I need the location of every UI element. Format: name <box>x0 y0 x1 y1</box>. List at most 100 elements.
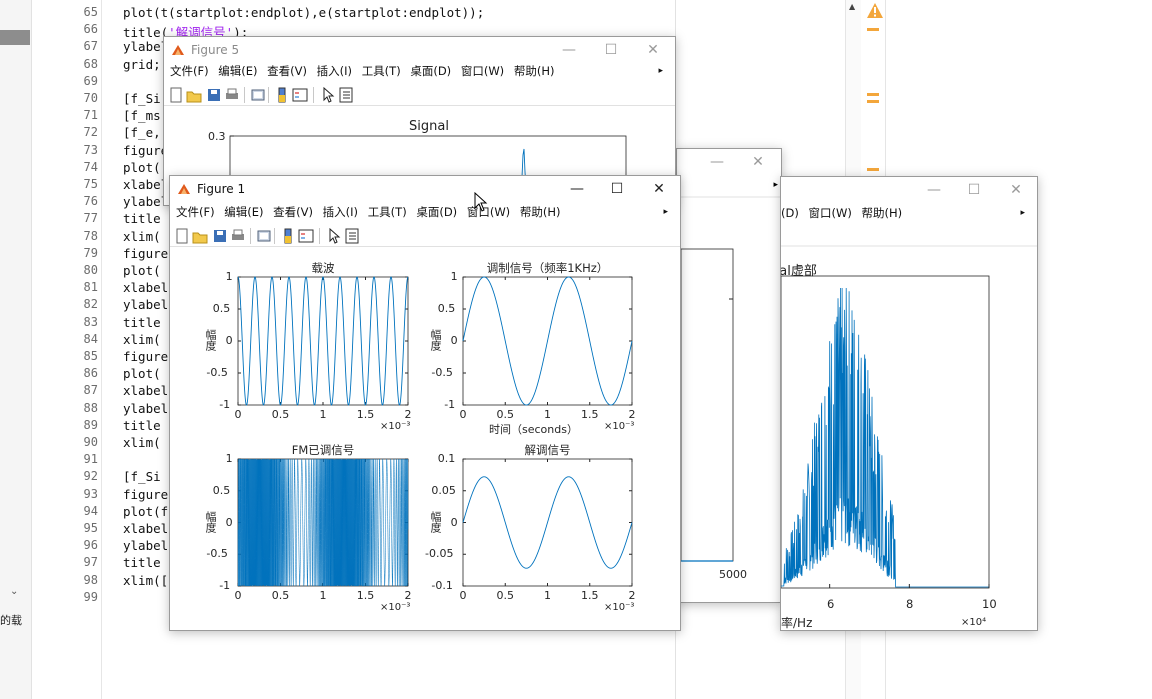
code-text: ylabel <box>123 194 169 210</box>
line-number: 84 <box>83 331 98 346</box>
line-number: 95 <box>83 521 98 535</box>
x-tick-label: 2 <box>404 589 412 602</box>
line-number: 71 <box>83 108 98 123</box>
line-number: 66 <box>83 22 98 37</box>
code-text: xlabel <box>123 383 169 399</box>
plot-title: nal虚部 <box>780 264 817 279</box>
x-tick-label: 1 <box>319 408 327 421</box>
code-line[interactable]: xlabel <box>123 280 168 295</box>
x-tick-label: 0.5 <box>496 408 515 421</box>
code-line[interactable]: xlabel <box>123 383 168 398</box>
x-tick-label: 1 <box>544 408 551 421</box>
code-line[interactable]: ylabel <box>123 538 168 553</box>
figure-1-window[interactable]: Figure 1 — ☐ ✕ 文件(F) 编辑(E) 查看(V) 插入(I) 工… <box>169 175 681 631</box>
code-line[interactable]: figure <box>123 487 168 502</box>
y-tick-label: 1 <box>225 270 233 283</box>
x-tick-label: 1.5 <box>356 408 375 421</box>
x-tick-label: 2 <box>628 408 636 421</box>
line-number: 73 <box>83 142 98 157</box>
warning-marker[interactable] <box>867 100 879 103</box>
figure-3-window[interactable]: — ☐ ✕ (D) 窗口(W) 帮助(H) ▸ nal虚部 4 6 8 10 频… <box>780 176 1038 631</box>
code-text: xlim( <box>123 228 161 244</box>
line-number: 69 <box>83 73 98 88</box>
chevron-down-icon[interactable]: ⌄ <box>10 586 18 597</box>
figure-2-window[interactable]: — ✕ ▸ 5000 <box>676 148 782 603</box>
code-line[interactable]: plot(f <box>123 504 168 519</box>
code-line[interactable]: ylabel <box>123 401 168 416</box>
code-line[interactable]: [f_Si <box>123 91 161 106</box>
code-text: xlabel <box>123 177 169 192</box>
y-tick-label: -0.5 <box>206 366 228 379</box>
line-number: 80 <box>83 263 98 277</box>
x-axis-label: 频率/Hz <box>781 616 813 630</box>
line-number: 76 <box>83 194 98 209</box>
x-tick-label: 10 <box>982 597 997 611</box>
code-line[interactable]: figure <box>123 246 168 261</box>
code-line[interactable]: title <box>123 315 161 330</box>
line-number: 68 <box>83 56 98 71</box>
code-line[interactable]: plot(t(startplot:endplot),e(startplot:en… <box>123 5 484 20</box>
code-line[interactable]: [f_Si <box>123 469 161 484</box>
code-text: [f_ms <box>123 108 161 124</box>
code-line[interactable]: plot( <box>123 366 161 381</box>
warning-marker[interactable] <box>867 168 879 171</box>
y-tick-label: -1 <box>219 579 231 592</box>
code-line[interactable]: xlim( <box>123 435 161 450</box>
code-text: ylabel <box>123 400 169 416</box>
code-text: title <box>123 211 161 227</box>
code-text: figure <box>123 142 169 158</box>
x-exponent-label: ×10⁻³ <box>380 602 411 613</box>
line-number: 90 <box>83 435 98 449</box>
y-tick-label: 0.1 <box>437 452 456 465</box>
line-number: 78 <box>83 228 98 243</box>
code-line[interactable]: xlim( <box>123 229 161 244</box>
x-tick-label: 8 <box>906 597 914 611</box>
code-line[interactable]: plot( <box>123 263 161 278</box>
x-tick-label: 2 <box>404 408 412 421</box>
line-number: 70 <box>83 91 98 105</box>
line-number: 96 <box>83 538 98 553</box>
code-line[interactable]: ylabel <box>123 194 168 209</box>
code-line[interactable]: title <box>123 555 161 570</box>
line-number: 88 <box>83 400 98 415</box>
code-line[interactable]: xlabel <box>123 177 168 192</box>
code-line[interactable]: title <box>123 418 161 433</box>
code-line[interactable]: ylabel <box>123 39 168 54</box>
y-tick-label: 0.5 <box>437 302 456 315</box>
warning-icon[interactable] <box>866 2 884 19</box>
code-line[interactable]: grid; <box>123 57 161 72</box>
x-tick-label: 1 <box>319 589 327 602</box>
code-line[interactable]: ylabel <box>123 297 168 312</box>
y-tick-label: 0.5 <box>212 483 231 497</box>
x-tick-label: 1.5 <box>581 408 599 421</box>
file-browser-panel: ⌄ 的载 <box>0 0 32 699</box>
code-text: plot( <box>123 159 161 175</box>
code-line[interactable]: [f_e, <box>123 125 161 140</box>
spectrum-line <box>781 287 989 588</box>
code-line[interactable]: xlim([ <box>123 573 168 588</box>
warning-marker[interactable] <box>867 93 879 96</box>
y-tick-label: 0.05 <box>431 483 456 497</box>
code-line[interactable]: xlabel <box>123 521 168 536</box>
y-axis-label: 幅度 <box>204 329 217 351</box>
code-line[interactable]: figure <box>123 349 168 364</box>
line-number: 98 <box>83 572 98 587</box>
warning-marker[interactable] <box>867 28 879 31</box>
x-tick-label: 1.5 <box>356 589 375 602</box>
line-number: 94 <box>83 503 98 518</box>
code-text: xlim( <box>123 435 161 450</box>
code-line[interactable]: xlim( <box>123 332 161 347</box>
plot-title: Signal <box>409 119 449 134</box>
code-text: [f_e, <box>123 125 161 141</box>
y-axis-label: 幅度 <box>429 329 442 351</box>
line-number: 93 <box>83 486 98 501</box>
code-text: xlabel <box>123 280 169 296</box>
scroll-up-icon[interactable]: ▲ <box>849 2 855 11</box>
code-line[interactable]: [f_ms <box>123 108 161 123</box>
subplot-axes-box <box>237 276 409 406</box>
x-tick-label: 1.5 <box>581 589 599 602</box>
figure-2-axes <box>677 196 781 562</box>
code-line[interactable]: plot( <box>123 160 161 175</box>
code-line[interactable]: title <box>123 211 161 226</box>
code-line[interactable]: figure <box>123 143 168 158</box>
